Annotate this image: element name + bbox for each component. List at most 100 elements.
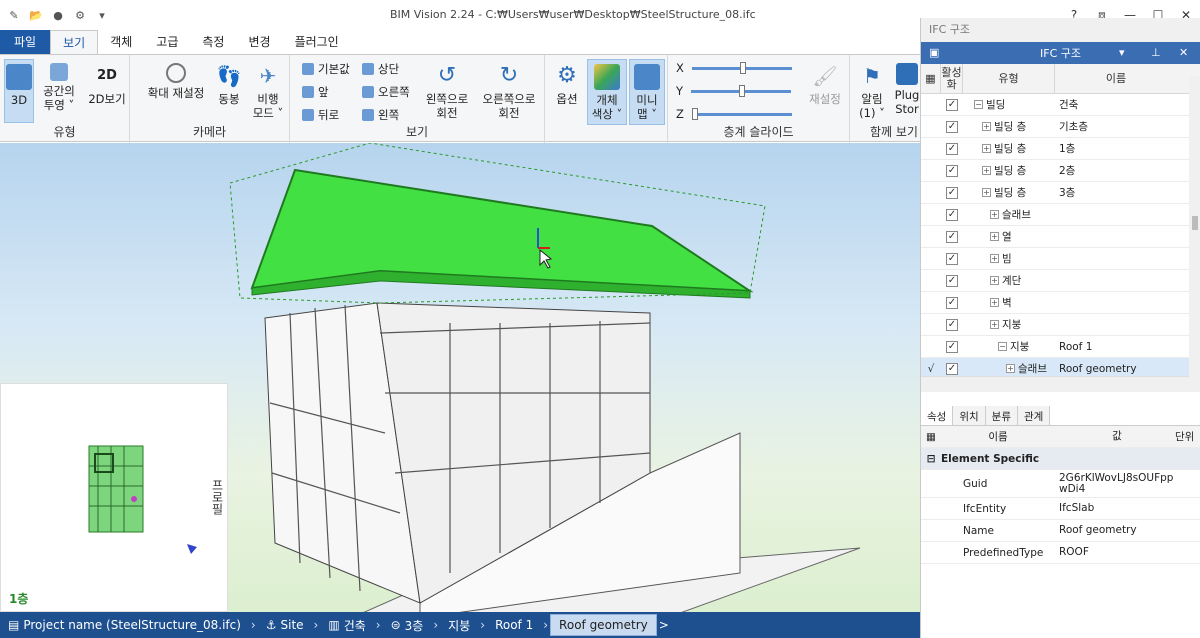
reset-slide-button[interactable]: 🖌 재설정 [804, 59, 846, 106]
plugin-store-button[interactable]: Plug Stor [894, 59, 920, 116]
expand-toggle-icon[interactable]: + [990, 276, 999, 285]
crumb-storey[interactable]: ⊜ 3층 [383, 612, 432, 638]
property-row[interactable]: PredefinedType ROOF [921, 542, 1200, 564]
view-default-button[interactable]: 기본값 [302, 61, 350, 77]
visibility-checkbox[interactable]: ✓ [946, 164, 958, 177]
record-icon[interactable]: ● [50, 7, 66, 23]
expand-toggle-icon[interactable]: + [990, 254, 999, 263]
visibility-checkbox[interactable]: ✓ [946, 296, 958, 309]
2d-view-button[interactable]: 2D 2D보기 [86, 59, 128, 106]
tree-row[interactable]: ✓ − 지붕 Roof 1 [921, 336, 1200, 358]
pencil-icon[interactable]: ✎ [6, 7, 22, 23]
visibility-checkbox[interactable]: ✓ [946, 142, 958, 155]
expand-toggle-icon[interactable]: + [982, 122, 991, 131]
expand-toggle-icon[interactable]: + [990, 210, 999, 219]
expand-toggle-icon[interactable]: + [982, 144, 991, 153]
tree-row[interactable]: ✓ + 지붕 [921, 314, 1200, 336]
visibility-checkbox[interactable]: ✓ [946, 98, 958, 111]
customize-dropdown-icon[interactable]: ▾ [94, 7, 110, 23]
expand-toggle-icon[interactable]: + [982, 166, 991, 175]
tree-row[interactable]: ✓ − 빌딩 건축 [921, 94, 1200, 116]
3d-button[interactable]: 3D [4, 59, 34, 123]
visibility-checkbox[interactable]: ✓ [946, 120, 958, 133]
tab-classification[interactable]: 분류 [985, 406, 1018, 425]
crumb-roof-type[interactable]: 지붕 [440, 612, 478, 638]
tree-row[interactable]: ✓ + 빌딩 층 기초층 [921, 116, 1200, 138]
panel-menu-icon[interactable]: ▣ [929, 46, 939, 59]
z-track[interactable] [691, 107, 792, 120]
visibility-checkbox[interactable]: ✓ [946, 252, 958, 265]
visibility-checkbox[interactable]: ✓ [946, 186, 958, 199]
view-left-button[interactable]: 왼쪽 [362, 107, 399, 123]
tab-properties[interactable]: 속성 [921, 406, 954, 425]
alarm-button[interactable]: ⚑ 알림 (1) ˅ [856, 59, 888, 120]
object-color-button[interactable]: 개체 색상 ˅ [587, 59, 627, 125]
rotate-right-button[interactable]: ↻ 오른쪽으로 회전 [478, 59, 540, 120]
open-folder-icon[interactable]: 📂 [28, 7, 44, 23]
walk-button[interactable]: 👣 동봉 [214, 59, 244, 106]
expand-toggle-icon[interactable]: + [1006, 364, 1015, 373]
crumb-roof[interactable]: Roof 1 [487, 612, 541, 638]
y-thumb[interactable] [739, 84, 746, 97]
minimap-panel[interactable]: 프로필 1층 [0, 383, 228, 612]
x-track[interactable] [691, 61, 792, 74]
visibility-checkbox[interactable]: ✓ [946, 274, 958, 287]
tab-file[interactable]: 파일 [0, 30, 51, 54]
visibility-checkbox[interactable]: ✓ [946, 318, 958, 331]
panel-close-icon[interactable]: ✕ [1179, 46, 1188, 59]
projection-button[interactable]: 공간의 투영 ˅ [38, 59, 80, 112]
tab-advanced[interactable]: 고급 [144, 30, 190, 54]
tab-object[interactable]: 객체 [98, 30, 144, 54]
x-thumb[interactable] [739, 61, 746, 74]
expand-toggle-icon[interactable]: + [990, 232, 999, 241]
z-thumb[interactable] [691, 107, 698, 120]
tab-location[interactable]: 위치 [953, 406, 986, 425]
tree-options-icon[interactable]: ▦ [921, 64, 941, 93]
zoom-reset-button[interactable]: 확대 재설정 [142, 59, 210, 100]
3d-viewport[interactable]: 프로필 1층 [0, 143, 920, 612]
pin-icon[interactable]: ⊥ [1151, 46, 1161, 59]
panel-dropdown-icon[interactable]: ▾ [1119, 46, 1125, 59]
property-row[interactable]: Guid 2G6rKlWovLJ8sOUFppwDi4 [921, 470, 1200, 498]
view-right-button[interactable]: 오른쪽 [362, 84, 410, 100]
property-options-icon[interactable]: ▦ [921, 431, 941, 443]
expand-toggle-icon[interactable]: − [998, 342, 1007, 351]
tree-row[interactable]: ✓ + 계단 [921, 270, 1200, 292]
x-slider[interactable]: X [676, 61, 792, 75]
visibility-checkbox[interactable]: ✓ [946, 340, 958, 353]
tree-row[interactable]: ✓ + 슬래브 [921, 204, 1200, 226]
tree-row[interactable]: ✓ + 빌딩 층 3층 [921, 182, 1200, 204]
view-back-button[interactable]: 뒤로 [302, 107, 339, 123]
crumb-project[interactable]: ▤ Project name (SteelStructure_08.ifc) [0, 612, 249, 638]
tree-row[interactable]: ✓ + 빌딩 층 2층 [921, 160, 1200, 182]
tab-measure[interactable]: 측정 [190, 30, 236, 54]
tab-view[interactable]: 보기 [50, 30, 99, 54]
fly-mode-button[interactable]: ✈ 비행 모드 ˅ [250, 59, 286, 120]
visibility-checkbox[interactable]: ✓ [946, 208, 958, 221]
tree-horizontal-scrollbar[interactable] [921, 376, 1189, 392]
z-slider[interactable]: Z [676, 107, 792, 121]
y-slider[interactable]: Y [676, 84, 792, 98]
roof-geometry-selected[interactable] [250, 168, 754, 293]
settings-icon[interactable]: ⚙ [72, 7, 88, 23]
crumb-building[interactable]: ▥ 건축 [320, 612, 373, 638]
options-button[interactable]: ⚙ 옵션 [549, 59, 585, 106]
property-category[interactable]: ⊟ Element Specific [921, 448, 1200, 470]
expand-toggle-icon[interactable]: + [990, 320, 999, 329]
minimap-button[interactable]: 미니 맵 ˅ [629, 59, 665, 125]
col-active[interactable]: 활성화 [941, 64, 963, 93]
view-top-button[interactable]: 상단 [362, 61, 399, 77]
tree-vertical-scrollbar[interactable] [1189, 76, 1200, 392]
expand-toggle-icon[interactable]: + [990, 298, 999, 307]
expand-toggle-icon[interactable]: + [982, 188, 991, 197]
tree-row[interactable]: ✓ + 빔 [921, 248, 1200, 270]
property-row[interactable]: IfcEntity IfcSlab [921, 498, 1200, 520]
col-type[interactable]: 유형 [963, 64, 1055, 93]
tree-row[interactable]: ✓ + 빌딩 층 1층 [921, 138, 1200, 160]
minimap-floorplan[interactable] [1, 384, 229, 612]
tab-plugins[interactable]: 플러그인 [283, 30, 351, 54]
visibility-checkbox[interactable]: ✓ [946, 362, 958, 375]
expand-toggle-icon[interactable]: − [974, 100, 983, 109]
tree-scroll-thumb[interactable] [1192, 216, 1198, 230]
col-name[interactable]: 이름 [1055, 64, 1177, 93]
